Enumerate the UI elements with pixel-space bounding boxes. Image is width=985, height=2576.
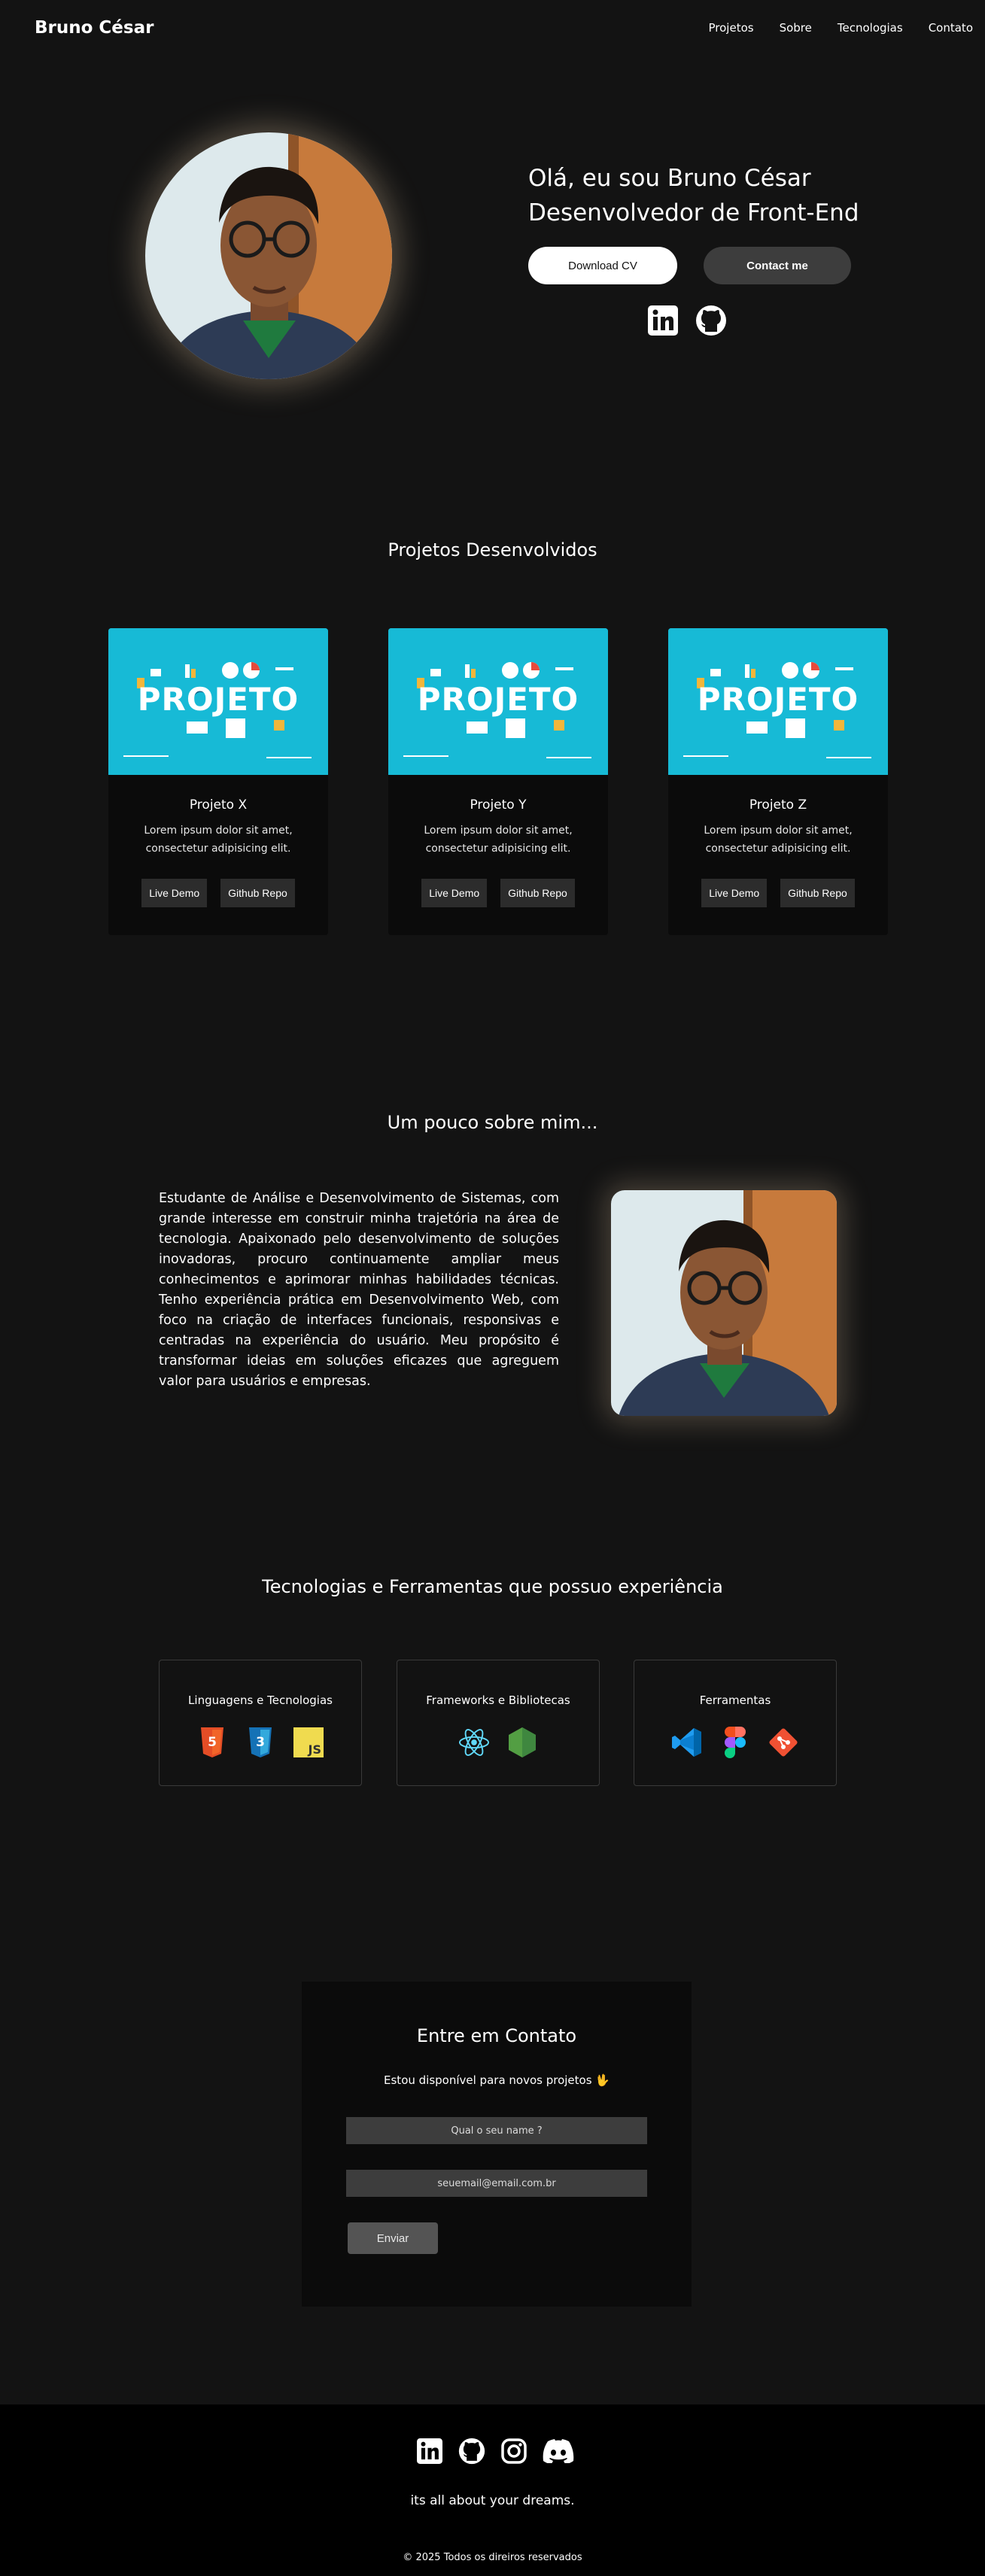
- discord-icon[interactable]: [543, 2438, 574, 2465]
- nodejs-icon: [506, 1727, 538, 1758]
- nav-link-projetos[interactable]: Projetos: [709, 21, 754, 35]
- live-demo-button[interactable]: Live Demo: [141, 879, 208, 907]
- instagram-icon[interactable]: [500, 2438, 527, 2465]
- project-thumbnail-text: PROJETO: [137, 681, 299, 718]
- project-description: Lorem ipsum dolor sit amet, consectetur …: [704, 825, 853, 855]
- tech-group-tools: Ferramentas: [634, 1660, 837, 1786]
- about-photo: [611, 1190, 837, 1416]
- project-actions: Live Demo Github Repo: [388, 879, 608, 907]
- project-title: Projeto Z: [749, 797, 807, 813]
- project-description: Lorem ipsum dolor sit amet, consectetur …: [144, 825, 293, 855]
- project-thumbnail: PROJETO: [388, 628, 608, 775]
- css3-icon: 3: [245, 1727, 276, 1758]
- live-demo-button[interactable]: Live Demo: [421, 879, 488, 907]
- projects-section-title: Projetos Desenvolvidos: [388, 539, 597, 560]
- email-input[interactable]: [346, 2170, 647, 2197]
- css3-label: 3: [256, 1735, 265, 1750]
- nav-link-sobre[interactable]: Sobre: [780, 21, 812, 35]
- hero-role: Desenvolvedor de Front-End: [528, 199, 859, 226]
- github-repo-button[interactable]: Github Repo: [780, 879, 855, 907]
- nav-link-tecnologias[interactable]: Tecnologias: [838, 21, 903, 35]
- github-repo-button[interactable]: Github Repo: [220, 879, 295, 907]
- linkedin-icon[interactable]: [647, 305, 679, 336]
- footer-social-links: [416, 2438, 574, 2465]
- project-thumbnail-text: PROJETO: [417, 681, 579, 718]
- footer: its all about your dreams. © 2025 Todos …: [0, 2404, 985, 2576]
- tech-group-title: Frameworks e Bibliotecas: [426, 1694, 570, 1707]
- tech-group-frameworks: Frameworks e Bibliotecas: [397, 1660, 600, 1786]
- tech-group-title: Linguagens e Tecnologias: [188, 1694, 333, 1707]
- github-repo-button[interactable]: Github Repo: [500, 879, 575, 907]
- footer-tagline: its all about your dreams.: [410, 2493, 575, 2508]
- git-icon: [768, 1727, 799, 1758]
- figma-icon: [719, 1727, 751, 1758]
- profile-photo-illustration: [145, 132, 392, 379]
- name-input[interactable]: [346, 2117, 647, 2144]
- about-photo-illustration: [611, 1190, 837, 1416]
- live-demo-button[interactable]: Live Demo: [701, 879, 768, 907]
- main-nav: Projetos Sobre Tecnologias Contato: [709, 21, 974, 35]
- project-thumbnail-text: PROJETO: [697, 681, 859, 718]
- project-thumbnail: PROJETO: [108, 628, 328, 775]
- project-actions: Live Demo Github Repo: [108, 879, 328, 907]
- project-card: PROJETO Projeto Y Lorem ipsum dolor sit …: [388, 628, 608, 935]
- project-title: Projeto Y: [470, 797, 527, 813]
- github-icon[interactable]: [695, 305, 727, 336]
- tech-icons: [634, 1727, 836, 1758]
- about-section-title: Um pouco sobre mim...: [387, 1112, 598, 1133]
- contact-subtitle: Estou disponível para novos projetos 🖖: [384, 2073, 610, 2087]
- project-title: Projeto X: [189, 797, 248, 813]
- html5-label: 5: [208, 1735, 217, 1750]
- tech-icons: [397, 1727, 599, 1758]
- hero-social-links: [647, 305, 727, 336]
- contact-me-button[interactable]: Contact me: [704, 247, 851, 284]
- project-description: Lorem ipsum dolor sit amet, consectetur …: [424, 825, 573, 855]
- html5-icon: 5: [196, 1727, 228, 1758]
- react-icon: [458, 1727, 490, 1758]
- nav-link-contato[interactable]: Contato: [929, 21, 973, 35]
- project-actions: Live Demo Github Repo: [668, 879, 888, 907]
- hero-heading: Olá, eu sou Bruno César Desenvolvedor de…: [528, 161, 859, 230]
- project-card: PROJETO Projeto X Lorem ipsum dolor sit …: [108, 628, 328, 935]
- project-thumbnail: PROJETO: [668, 628, 888, 775]
- javascript-label: JS: [308, 1742, 321, 1757]
- tech-group-languages: Linguagens e Tecnologias 5 3 JS: [159, 1660, 362, 1786]
- github-icon[interactable]: [458, 2438, 485, 2465]
- tech-group-title: Ferramentas: [699, 1694, 771, 1707]
- contact-form: Entre em Contato Estou disponível para n…: [302, 1982, 692, 2307]
- site-brand[interactable]: Bruno César: [35, 18, 154, 38]
- footer-copyright: © 2025 Todos os direiros reservados: [403, 2552, 582, 2563]
- send-button[interactable]: Enviar: [348, 2222, 438, 2254]
- about-text: Estudante de Análise e Desenvolvimento d…: [159, 1191, 559, 1389]
- contact-title: Entre em Contato: [416, 2025, 577, 2046]
- hero-greeting: Olá, eu sou Bruno César: [528, 165, 811, 192]
- project-card: PROJETO Projeto Z Lorem ipsum dolor sit …: [668, 628, 888, 935]
- tech-section-title: Tecnologias e Ferramentas que possuo exp…: [262, 1576, 723, 1597]
- javascript-icon: JS: [293, 1727, 324, 1758]
- tech-icons: 5 3 JS: [160, 1727, 361, 1758]
- profile-photo: [145, 132, 392, 379]
- vscode-icon: [671, 1727, 703, 1758]
- download-cv-button[interactable]: Download CV: [528, 247, 677, 284]
- linkedin-icon[interactable]: [416, 2438, 443, 2465]
